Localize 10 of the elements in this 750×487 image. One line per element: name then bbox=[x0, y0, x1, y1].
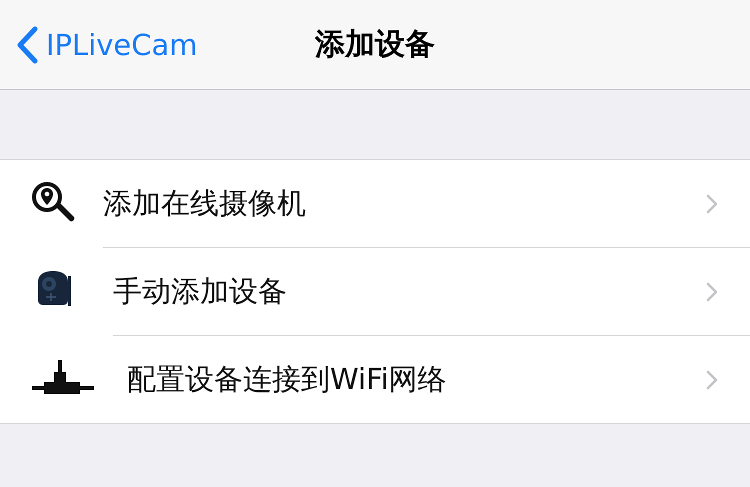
page-title: 添加设备 bbox=[315, 26, 435, 64]
chevron-icon bbox=[706, 194, 718, 214]
chevron-icon bbox=[706, 282, 718, 302]
back-button[interactable]: IPLiveCam bbox=[0, 14, 198, 74]
location-search-icon bbox=[32, 182, 76, 224]
menu-item[interactable]: 配置设备连接到WiFi网络 bbox=[0, 335, 750, 423]
menu-item[interactable]: 添加在线摄像机 bbox=[0, 160, 750, 247]
chevron-icon bbox=[706, 370, 718, 390]
menu-item[interactable]: 手动添加设备 bbox=[0, 247, 750, 335]
back-icon bbox=[16, 26, 38, 64]
